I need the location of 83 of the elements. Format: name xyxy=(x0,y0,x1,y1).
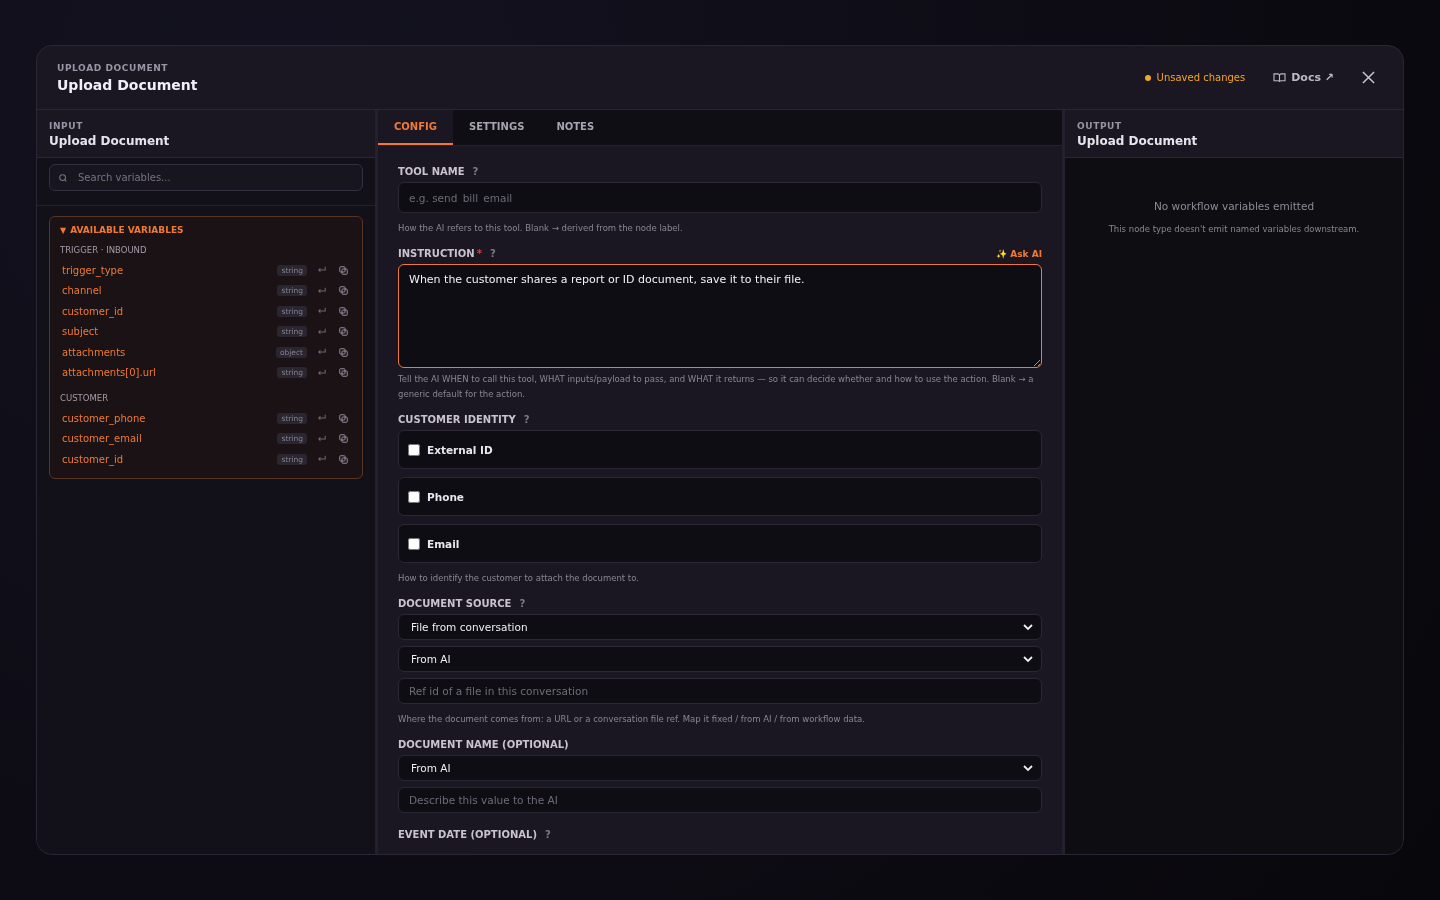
variable-name[interactable]: customer_phone xyxy=(62,412,278,424)
help-icon[interactable]: ? xyxy=(544,829,551,840)
checkbox-label: External ID xyxy=(427,443,493,456)
status-dot-icon xyxy=(1144,74,1151,81)
insert-icon[interactable] xyxy=(317,434,327,443)
variables-toggle[interactable]: ▼ AVAILABLE VARIABLES xyxy=(60,225,184,235)
checkbox-option[interactable]: Phone xyxy=(398,477,1042,516)
select-dropdown[interactable]: From AI xyxy=(398,755,1042,781)
tab[interactable]: CONFIG xyxy=(378,110,453,145)
field-hint: How the AI refers to this tool. Blank → derived from the node label. xyxy=(398,222,684,235)
text-input[interactable]: Ref id of a file in this conversation xyxy=(398,678,1042,704)
insert-icon[interactable] xyxy=(317,368,327,377)
tab[interactable]: SETTINGS xyxy=(452,110,541,145)
empty-text: This node type doesn't emit named variables downstream. xyxy=(1107,224,1361,234)
group-title: TRIGGER · INBOUND xyxy=(60,245,148,255)
modal-title: Upload Document xyxy=(57,76,198,93)
insert-icon[interactable] xyxy=(317,348,327,357)
select-dropdown[interactable]: From AI xyxy=(398,646,1042,672)
field-hint: Tell the AI WHEN to call this tool, WHAT inputs/payload to pass, and WHAT it returns — so it can decide whether and how to use the action. Blank → a generic default for the action. xyxy=(398,373,1035,401)
search-icon xyxy=(58,173,68,183)
select-dropdown[interactable]: File from conversation xyxy=(398,614,1042,640)
unsaved-status: Unsaved changes xyxy=(1144,72,1246,83)
copy-icon[interactable] xyxy=(339,265,348,275)
field-label: DOCUMENT SOURCE xyxy=(398,598,512,609)
copy-icon[interactable] xyxy=(339,368,348,378)
insert-icon[interactable] xyxy=(317,286,327,295)
insert-icon[interactable] xyxy=(317,414,327,423)
panel-eyebrow: OUTPUT xyxy=(1077,121,1123,131)
copy-icon[interactable] xyxy=(339,454,348,464)
copy-icon[interactable] xyxy=(339,413,348,423)
text-input[interactable]: Describe this value to the AI xyxy=(398,787,1042,813)
insert-icon[interactable] xyxy=(317,307,327,316)
variable-name[interactable]: attachments xyxy=(62,346,276,358)
help-icon[interactable]: ? xyxy=(523,414,530,425)
field-label: INSTRUCTION xyxy=(398,248,475,259)
field-label: TOOL NAME xyxy=(398,166,465,177)
group-title: CUSTOMER xyxy=(60,393,110,403)
field-label: CUSTOMER IDENTITY xyxy=(398,414,516,425)
checkbox-option[interactable]: External ID xyxy=(398,430,1042,469)
copy-icon[interactable] xyxy=(339,434,348,444)
variable-name[interactable]: trigger_type xyxy=(62,264,278,276)
tab[interactable]: NOTES xyxy=(540,110,611,145)
search-field[interactable]: Search variables... xyxy=(49,164,363,191)
chevron-icon xyxy=(1023,764,1033,772)
docs-link[interactable]: Docs ↗ xyxy=(1273,71,1334,84)
insert-icon[interactable] xyxy=(317,327,327,336)
checkbox-option[interactable]: Email xyxy=(398,524,1042,563)
chevron-icon xyxy=(1023,623,1033,631)
modal-eyebrow: UPLOAD DOCUMENT xyxy=(57,62,170,73)
variable-name[interactable]: customer_id xyxy=(62,305,278,317)
variable-name[interactable]: channel xyxy=(62,285,278,297)
copy-icon[interactable] xyxy=(339,286,348,296)
required-mark: * xyxy=(476,248,482,259)
insert-icon[interactable] xyxy=(317,266,327,275)
copy-icon[interactable] xyxy=(339,347,348,357)
help-icon[interactable]: ? xyxy=(472,166,479,177)
field-label: EVENT DATE (OPTIONAL) xyxy=(398,829,537,840)
checkbox-label: Email xyxy=(427,537,460,550)
ask-ai-button[interactable]: ✨ Ask AI xyxy=(996,249,1042,259)
variable-name[interactable]: subject xyxy=(62,326,278,338)
instruction-textarea[interactable]: When the customer shares a report or ID document, save it to their file. xyxy=(398,264,1042,368)
variable-name[interactable]: customer_id xyxy=(62,453,278,465)
chevron-icon xyxy=(1023,655,1033,663)
text-input[interactable]: e.g. send_bill_email xyxy=(398,182,1042,213)
panel-eyebrow: INPUT xyxy=(49,121,84,131)
variable-name[interactable]: attachments[0].url xyxy=(62,367,278,379)
copy-icon[interactable] xyxy=(339,327,348,337)
field-label: DOCUMENT NAME (OPTIONAL) xyxy=(398,739,569,750)
empty-title: No workflow variables emitted xyxy=(1152,200,1316,212)
insert-icon[interactable] xyxy=(317,455,327,464)
checkbox-label: Phone xyxy=(427,490,464,503)
field-hint: Where the document comes from: a URL or a conversation file ref. Map it fixed / from AI / from workflow data. xyxy=(398,713,866,726)
field-hint: How to identify the customer to attach the document to. xyxy=(398,572,640,585)
checkbox[interactable] xyxy=(408,443,420,456)
variable-name[interactable]: customer_email xyxy=(62,433,278,445)
book-icon xyxy=(1273,72,1287,83)
panel-title: Upload Document xyxy=(49,134,171,148)
help-icon[interactable]: ? xyxy=(519,598,526,609)
help-icon[interactable]: ? xyxy=(489,248,496,259)
checkbox[interactable] xyxy=(408,490,420,503)
copy-icon[interactable] xyxy=(339,306,348,316)
panel-title: Upload Document xyxy=(1077,134,1199,148)
checkbox[interactable] xyxy=(408,537,420,550)
